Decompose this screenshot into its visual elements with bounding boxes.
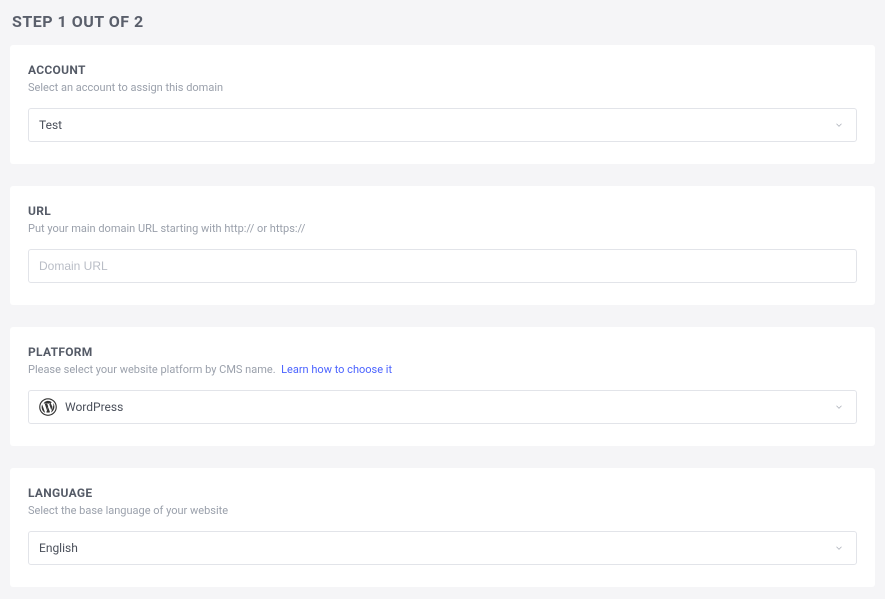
language-select[interactable]: English xyxy=(28,531,857,565)
language-card: LANGUAGE Select the base language of you… xyxy=(10,468,875,587)
language-select-value: English xyxy=(39,541,832,555)
url-desc: Put your main domain URL starting with h… xyxy=(28,222,857,235)
language-desc: Select the base language of your website xyxy=(28,504,857,517)
language-label: LANGUAGE xyxy=(28,486,857,500)
chevron-down-icon xyxy=(832,118,846,132)
chevron-down-icon xyxy=(832,400,846,414)
platform-desc: Please select your website platform by C… xyxy=(28,363,276,376)
url-label: URL xyxy=(28,204,857,218)
account-desc: Select an account to assign this domain xyxy=(28,81,857,94)
url-input-wrapper xyxy=(28,249,857,283)
account-card: ACCOUNT Select an account to assign this… xyxy=(10,45,875,164)
platform-learn-link[interactable]: Learn how to choose it xyxy=(281,363,392,376)
page-title: STEP 1 OUT OF 2 xyxy=(10,12,875,31)
account-select[interactable]: Test xyxy=(28,108,857,142)
url-card: URL Put your main domain URL starting wi… xyxy=(10,186,875,305)
chevron-down-icon xyxy=(832,541,846,555)
wordpress-icon xyxy=(39,398,57,416)
url-input[interactable] xyxy=(39,259,846,273)
account-select-value: Test xyxy=(39,118,832,132)
platform-card: PLATFORM Please select your website plat… xyxy=(10,327,875,446)
platform-select-value: WordPress xyxy=(65,400,832,414)
platform-desc-wrapper: Please select your website platform by C… xyxy=(28,363,857,376)
account-label: ACCOUNT xyxy=(28,63,857,77)
platform-select[interactable]: WordPress xyxy=(28,390,857,424)
platform-label: PLATFORM xyxy=(28,345,857,359)
